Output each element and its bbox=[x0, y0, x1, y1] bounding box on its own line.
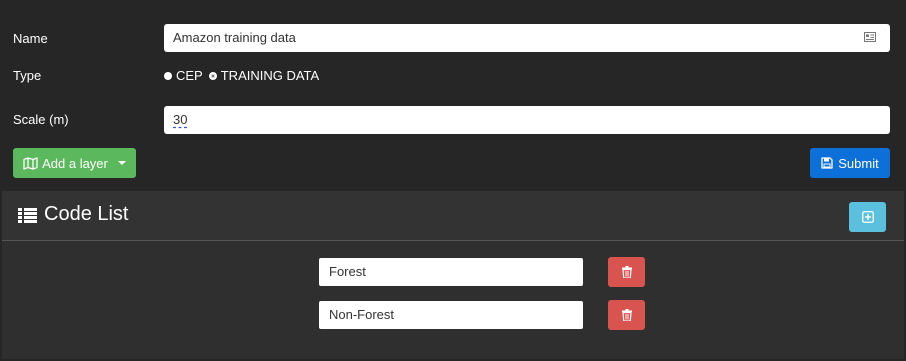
scale-label: Scale (m) bbox=[13, 112, 69, 127]
code-list-panel: Code List Forest Non-Forest bbox=[2, 191, 904, 359]
name-value: Amazon training data bbox=[173, 30, 296, 45]
delete-code-button[interactable] bbox=[608, 257, 645, 287]
radio-cep[interactable]: CEP bbox=[164, 68, 203, 83]
radio-cep-label: CEP bbox=[176, 68, 203, 83]
trash-icon bbox=[621, 266, 632, 278]
name-label: Name bbox=[13, 31, 48, 46]
code-value: Non-Forest bbox=[329, 307, 395, 322]
add-layer-label: Add a layer bbox=[42, 155, 108, 171]
delete-code-button[interactable] bbox=[608, 300, 645, 330]
list-icon bbox=[18, 208, 37, 223]
add-layer-button[interactable]: Add a layer bbox=[13, 148, 136, 178]
code-input-forest[interactable]: Forest bbox=[319, 258, 583, 286]
type-label: Type bbox=[13, 68, 42, 83]
plus-square-icon bbox=[861, 211, 874, 223]
add-code-button[interactable] bbox=[849, 202, 886, 232]
radio-training-data-label: TRAINING DATA bbox=[220, 68, 320, 83]
map-icon bbox=[23, 156, 38, 170]
name-input[interactable]: Amazon training data bbox=[164, 24, 890, 52]
id-card-icon bbox=[864, 32, 876, 42]
scale-input[interactable]: 30 bbox=[164, 106, 890, 134]
scale-value: 30 bbox=[173, 112, 188, 127]
radio-training-data[interactable]: TRAINING DATA bbox=[208, 68, 320, 83]
submit-button[interactable]: Submit bbox=[810, 148, 890, 178]
radio-cep-dot[interactable] bbox=[164, 71, 172, 80]
form-section: Name Amazon training data Type CEP TRAIN… bbox=[0, 0, 906, 186]
type-radio-group: CEP TRAINING DATA bbox=[164, 68, 325, 83]
code-value: Forest bbox=[329, 264, 366, 279]
save-icon bbox=[821, 157, 833, 169]
submit-label: Submit bbox=[838, 155, 879, 171]
radio-training-data-dot[interactable] bbox=[208, 71, 217, 80]
chevron-down-icon bbox=[117, 161, 126, 165]
code-list-header: Code List bbox=[2, 191, 904, 241]
code-list-title: Code List bbox=[44, 203, 129, 225]
code-input-non-forest[interactable]: Non-Forest bbox=[319, 301, 583, 329]
trash-icon bbox=[621, 309, 632, 321]
